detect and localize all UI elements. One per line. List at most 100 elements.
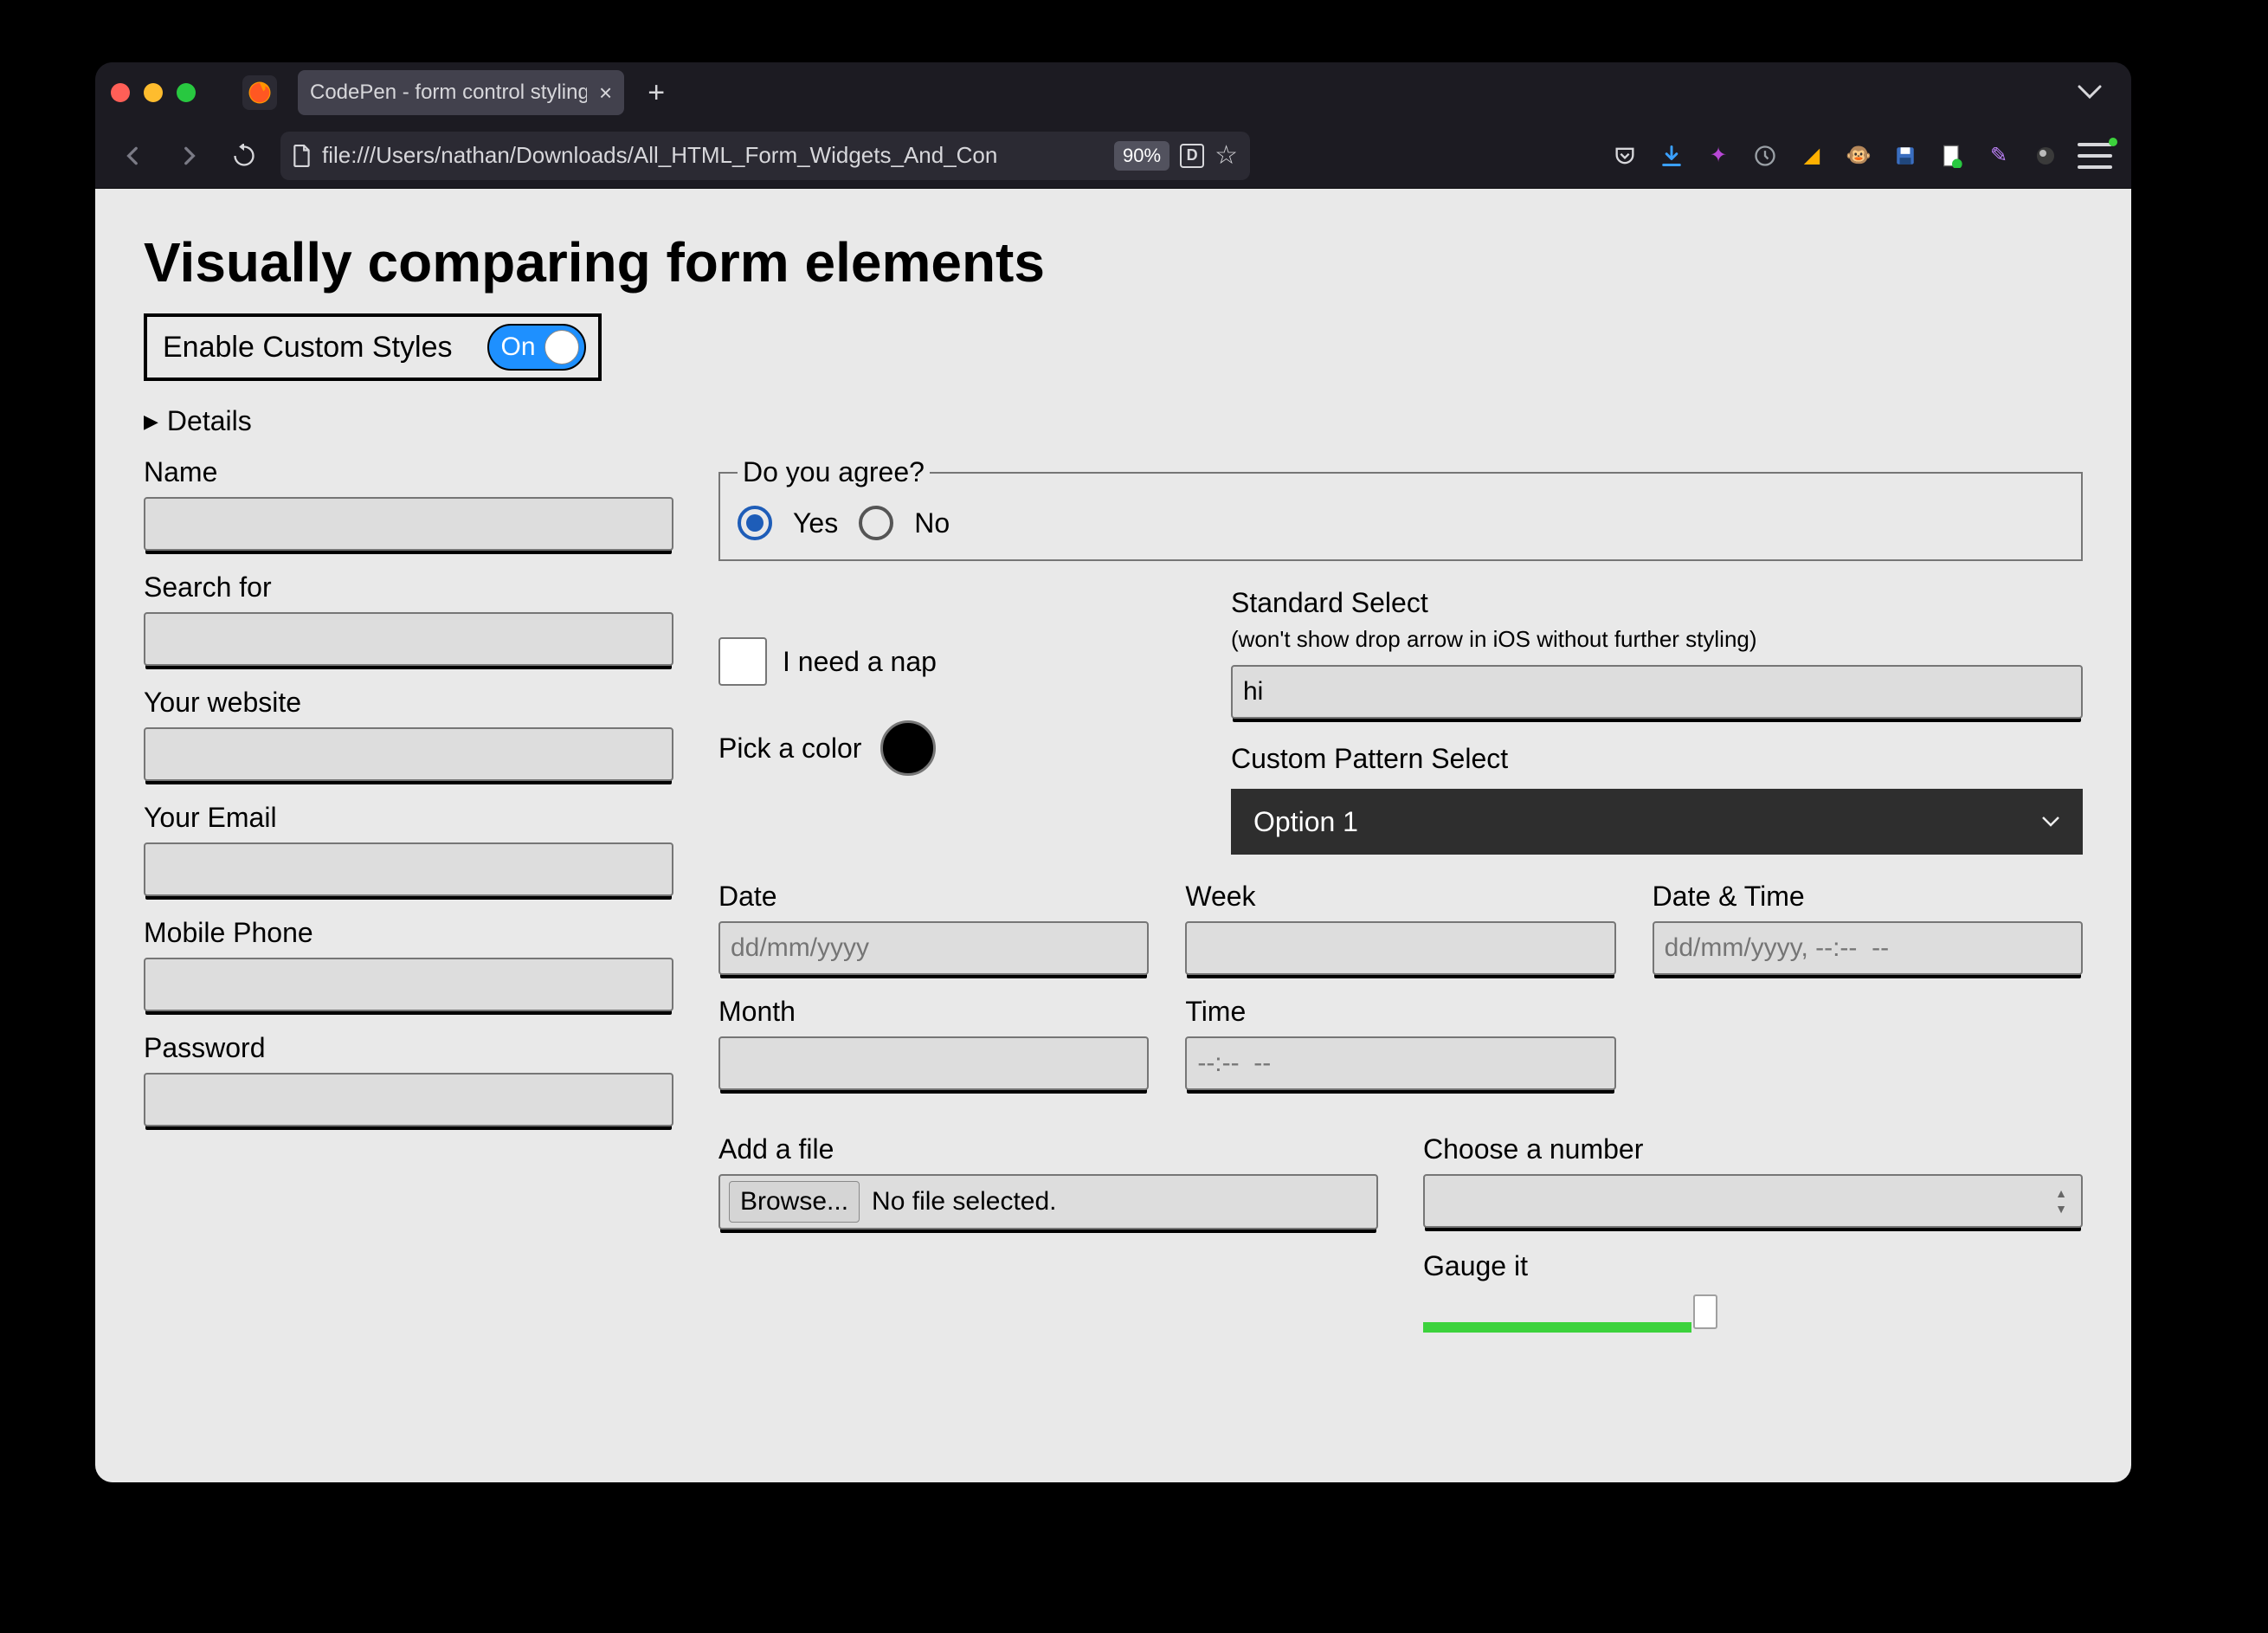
label-file: Add a file xyxy=(718,1133,1378,1165)
extension-wand-icon[interactable]: ✎ xyxy=(1984,141,2013,171)
right-column: Do you agree? Yes No I need a nap xyxy=(718,456,2083,1333)
standard-select[interactable] xyxy=(1231,665,2083,719)
field-month: Month xyxy=(718,996,1149,1090)
switch-knob-icon xyxy=(544,330,579,365)
switch-state-text: On xyxy=(501,332,536,362)
extension-orb-icon[interactable] xyxy=(2031,141,2060,171)
label-number: Choose a number xyxy=(1423,1133,2083,1165)
input-week[interactable] xyxy=(1185,921,1615,975)
bottom-grid: Add a file Browse... No file selected. C… xyxy=(718,1133,2083,1333)
download-icon[interactable] xyxy=(1657,141,1686,171)
reader-mode-icon[interactable]: D xyxy=(1180,144,1204,168)
input-password[interactable] xyxy=(144,1073,673,1126)
input-phone[interactable] xyxy=(144,958,673,1011)
input-datetime[interactable] xyxy=(1653,921,2083,975)
color-row: Pick a color xyxy=(718,720,1186,776)
radio-no[interactable] xyxy=(859,506,893,540)
input-time[interactable] xyxy=(1185,1036,1615,1090)
color-label: Pick a color xyxy=(718,733,861,765)
window-min-icon[interactable] xyxy=(144,83,163,102)
file-input[interactable]: Browse... No file selected. xyxy=(718,1174,1378,1230)
reload-button[interactable] xyxy=(225,137,263,175)
label-phone: Mobile Phone xyxy=(144,917,673,949)
page-content: Visually comparing form elements Enable … xyxy=(95,189,2131,1482)
standard-select-label: Standard Select xyxy=(1231,587,2083,619)
browser-tab[interactable]: CodePen - form control styling comp × xyxy=(298,70,624,115)
input-search[interactable] xyxy=(144,612,673,666)
input-date[interactable] xyxy=(718,921,1149,975)
toolbar-right: ✦ ◢ 🐵 ✎ xyxy=(1610,141,2112,171)
extension-clock-icon[interactable] xyxy=(1750,141,1780,171)
label-password: Password xyxy=(144,1032,673,1064)
file-icon xyxy=(293,145,312,167)
url-text: file:///Users/nathan/Downloads/All_HTML_… xyxy=(322,142,1104,169)
pocket-icon[interactable] xyxy=(1610,141,1640,171)
checkbox-nap[interactable] xyxy=(718,637,767,686)
close-icon[interactable]: × xyxy=(599,81,612,104)
toggle-label: Enable Custom Styles xyxy=(163,331,453,365)
field-date: Date xyxy=(718,881,1149,975)
enable-styles-toggle-box: Enable Custom Styles On xyxy=(144,313,602,381)
field-number-gauge: Choose a number ▲▼ Gauge it xyxy=(1423,1133,2083,1333)
field-name: Name xyxy=(144,456,673,551)
extension-save-icon[interactable] xyxy=(1891,141,1920,171)
window-close-icon[interactable] xyxy=(111,83,130,102)
field-email: Your Email xyxy=(144,802,673,896)
gauge-slider[interactable] xyxy=(1423,1294,2083,1333)
gauge-thumb-icon xyxy=(1693,1294,1717,1329)
page-title: Visually comparing form elements xyxy=(144,230,2083,294)
file-browse-button[interactable]: Browse... xyxy=(729,1181,860,1223)
custom-select-group: Custom Pattern Select Option 1 xyxy=(1231,743,2083,855)
input-name[interactable] xyxy=(144,497,673,551)
enable-styles-switch[interactable]: On xyxy=(487,324,586,371)
radio-yes-label: Yes xyxy=(793,507,838,539)
number-stepper-icon[interactable]: ▲▼ xyxy=(2050,1186,2072,1216)
hamburger-icon xyxy=(2078,143,2112,169)
extension-monkey-icon[interactable]: 🐵 xyxy=(1844,141,1873,171)
field-search: Search for xyxy=(144,571,673,666)
row-checkbox-selects: I need a nap Pick a color Standard Selec… xyxy=(718,587,2083,855)
browser-window: CodePen - form control styling comp × + … xyxy=(95,62,2131,1482)
dates-grid: Date Week Date & Time Month xyxy=(718,881,2083,1090)
field-gauge: Gauge it xyxy=(1423,1250,2083,1333)
field-time: Time xyxy=(1185,996,1615,1090)
bookmark-star-icon[interactable]: ☆ xyxy=(1215,140,1238,171)
firefox-icon xyxy=(242,75,277,110)
triangle-right-icon: ▶ xyxy=(144,410,158,433)
field-week: Week xyxy=(1185,881,1615,975)
form-grid: Name Search for Your website Your Email … xyxy=(144,456,2083,1333)
tabs-overflow-button[interactable] xyxy=(2078,85,2116,100)
checkbox-nap-label: I need a nap xyxy=(783,646,937,678)
extension-paint-icon[interactable]: ✦ xyxy=(1704,141,1733,171)
browser-toolbar: file:///Users/nathan/Downloads/All_HTML_… xyxy=(95,123,2131,189)
zoom-badge[interactable]: 90% xyxy=(1114,141,1169,171)
left-column: Name Search for Your website Your Email … xyxy=(144,456,673,1126)
checkbox-nap-row: I need a nap xyxy=(718,637,1186,686)
label-week: Week xyxy=(1185,881,1615,913)
back-button[interactable] xyxy=(114,137,152,175)
input-email[interactable] xyxy=(144,842,673,896)
label-datetime: Date & Time xyxy=(1653,881,2083,913)
extension-eraser-icon[interactable]: ◢ xyxy=(1797,141,1827,171)
forward-button[interactable] xyxy=(170,137,208,175)
label-date: Date xyxy=(718,881,1149,913)
details-disclosure[interactable]: ▶ Details xyxy=(144,405,2083,437)
label-email: Your Email xyxy=(144,802,673,834)
new-tab-button[interactable]: + xyxy=(636,73,676,113)
color-picker[interactable] xyxy=(880,720,936,776)
input-website[interactable] xyxy=(144,727,673,781)
field-datetime: Date & Time xyxy=(1653,881,2083,975)
radio-yes[interactable] xyxy=(738,506,772,540)
field-website: Your website xyxy=(144,687,673,781)
custom-select-label: Custom Pattern Select xyxy=(1231,743,2083,775)
label-gauge: Gauge it xyxy=(1423,1250,2083,1282)
window-max-icon[interactable] xyxy=(177,83,196,102)
custom-select[interactable]: Option 1 xyxy=(1231,789,2083,855)
extension-page-icon[interactable] xyxy=(1937,141,1967,171)
traffic-lights xyxy=(111,83,196,102)
url-bar[interactable]: file:///Users/nathan/Downloads/All_HTML_… xyxy=(280,132,1250,180)
input-number[interactable]: ▲▼ xyxy=(1423,1174,2083,1228)
app-menu-button[interactable] xyxy=(2078,143,2112,169)
label-search: Search for xyxy=(144,571,673,604)
input-month[interactable] xyxy=(718,1036,1149,1090)
